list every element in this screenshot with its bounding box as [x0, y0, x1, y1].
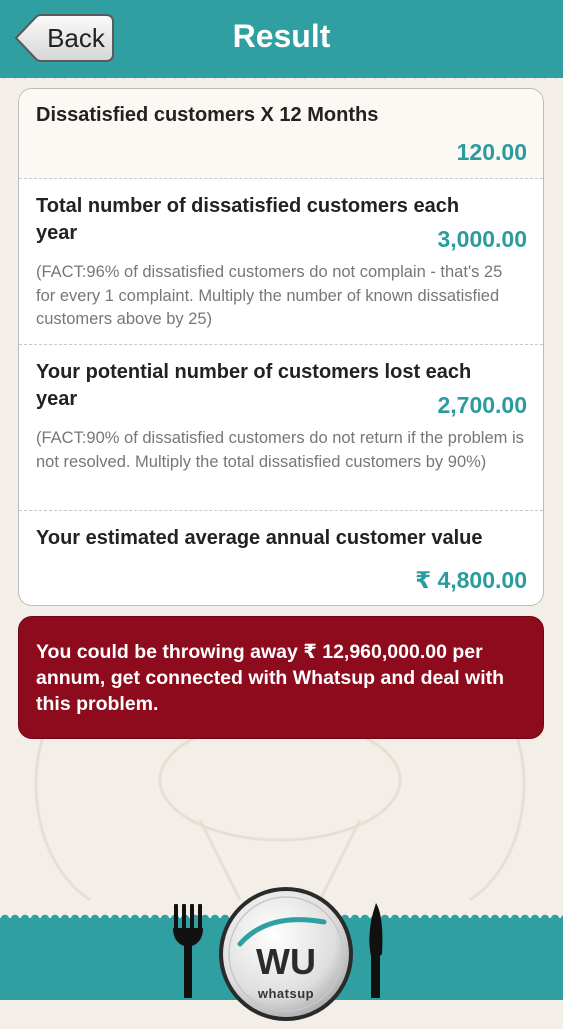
result-label-line2: year [36, 388, 78, 410]
logo-wordmark: whatsup [257, 986, 315, 1001]
result-row-customers-lost: Your potential number of customers lost … [19, 345, 543, 511]
knife-icon [369, 903, 383, 998]
fork-icon [173, 904, 203, 998]
header-bar: Back Result [0, 0, 563, 78]
result-label-line1: Total number of dissatisfied customers e… [36, 195, 460, 217]
result-value: ₹ 4,800.00 [415, 567, 527, 593]
fact-note: (FACT:90% of dissatisfied customers do n… [36, 429, 524, 471]
fact-note: (FACT:96% of dissatisfied customers do n… [36, 263, 503, 328]
result-row-yearly-dissatisfied: Total number of dissatisfied customers e… [19, 179, 543, 345]
result-value: 3,000.00 [437, 226, 527, 252]
result-label-line2: year [36, 222, 78, 244]
result-row-monthly: Dissatisfied customers X 12 Months 120.0… [19, 89, 543, 179]
result-value: 120.00 [456, 139, 527, 165]
result-label-line1: Your potential number of customers lost … [36, 361, 472, 383]
results-card: Dissatisfied customers X 12 Months 120.0… [18, 88, 544, 606]
result-label: Dissatisfied customers X 12 Months [36, 104, 379, 126]
logo-badge-icon: WU [219, 887, 353, 1021]
header-scallop-edge [0, 74, 563, 82]
loss-alert-text: You could be throwing away ₹ 12,960,000.… [36, 641, 505, 715]
result-value: 2,700.00 [437, 392, 527, 418]
result-label: Your estimated average annual customer v… [36, 527, 483, 549]
page-title: Result [232, 18, 331, 54]
logo-mark-text: WU [256, 941, 316, 982]
loss-alert-box: You could be throwing away ₹ 12,960,000.… [18, 616, 544, 739]
result-row-customer-value: Your estimated average annual customer v… [19, 511, 543, 605]
whatsup-logo: WU whatsup [216, 884, 356, 1024]
